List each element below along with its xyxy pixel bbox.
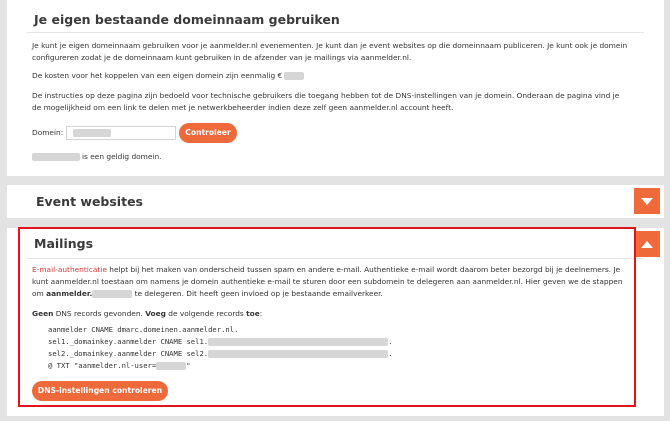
event-websites-panel: Event websites — [7, 185, 664, 218]
instructions-text-line1: De instructies op deze pagina zijn bedoe… — [32, 91, 620, 100]
redacted-domain-value — [73, 129, 111, 137]
divider — [27, 258, 644, 259]
redacted-user-id — [156, 362, 187, 370]
check-domain-button[interactable]: Controleer — [179, 123, 237, 143]
domain-input[interactable] — [66, 126, 176, 140]
check-dns-settings-button[interactable]: DNS-instellingen controleren — [32, 381, 168, 401]
divider — [27, 32, 644, 33]
collapse-mailings-button[interactable] — [634, 231, 660, 257]
mailings-desc-line3: om aanmelder. te delegeren. Dit heeft ge… — [32, 289, 383, 298]
expand-event-websites-button[interactable] — [634, 188, 660, 214]
custom-domain-title: Je eigen bestaande domeinnaam gebruiken — [34, 12, 340, 27]
dns-record-1: aanmelder CNAME dmarc.domeinen.aanmelder… — [48, 325, 239, 334]
redacted-price — [284, 72, 305, 80]
redacted-subdomain — [92, 290, 133, 298]
redacted-dkim-target — [208, 338, 389, 346]
valid-domain-message: is een geldig domein. — [32, 151, 162, 163]
mailings-desc-line2: kunt aanmelder.nl toestaan om namens je … — [32, 277, 623, 286]
mailings-desc-line1: E-mail-authenticatie helpt bij het maken… — [32, 265, 621, 274]
dns-record-2: sel1._domainkey.aanmelder CNAME sel1.. — [48, 337, 393, 346]
chevron-up-icon — [641, 241, 653, 248]
email-authentication-link[interactable]: E-mail-authenticatie — [32, 265, 107, 274]
dns-record-4: @ TXT "aanmelder.nl-user= " — [48, 361, 191, 370]
mailings-title[interactable]: Mailings — [34, 236, 93, 251]
custom-domain-panel: Je eigen bestaande domeinnaam gebruiken … — [7, 0, 664, 176]
dns-status-text: Geen DNS records gevonden. Voeg de volge… — [32, 309, 263, 318]
cost-text: De kosten voor het koppelen van een eige… — [32, 70, 305, 82]
intro-text-line2: configureren zodat je de domeinnaam kunt… — [32, 53, 412, 62]
redacted-domain-name — [32, 153, 80, 161]
instructions-text-line2: de mogelijkheid om een link te delen met… — [32, 103, 454, 112]
mailings-panel: Mailings E-mail-authenticatie helpt bij … — [7, 228, 664, 416]
intro-text-line1: Je kunt je eigen domeinnaam gebruiken vo… — [32, 41, 628, 50]
dns-record-3: sel2._domainkey.aanmelder CNAME sel2.. — [48, 349, 393, 358]
event-websites-title[interactable]: Event websites — [36, 194, 143, 209]
domain-label: Domein: — [32, 128, 64, 137]
chevron-down-icon — [641, 198, 653, 205]
redacted-dkim-target — [208, 350, 389, 358]
